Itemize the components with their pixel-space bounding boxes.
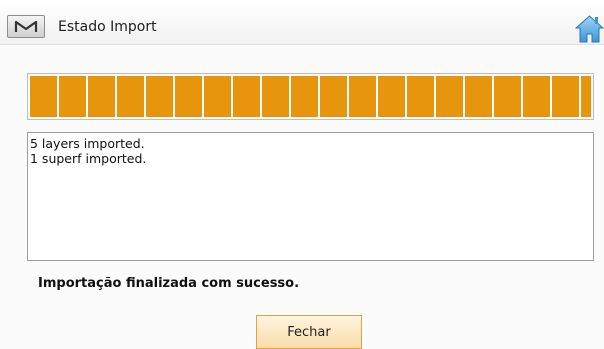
progress-segment: [320, 76, 347, 117]
progress-fill: [30, 76, 591, 117]
progress-segment: [436, 76, 463, 117]
progress-segment: [494, 76, 521, 117]
progress-segment: [30, 76, 57, 117]
progress-segment: [233, 76, 260, 117]
progress-segment: [349, 76, 376, 117]
home-button[interactable]: [574, 13, 604, 43]
window-title: Estado Import: [58, 19, 157, 35]
log-line: 5 layers imported.: [30, 136, 145, 151]
progress-segment: [552, 76, 579, 117]
progress-segment: [117, 76, 144, 117]
m-logo-icon: [14, 20, 38, 32]
status-message: Importação finalizada com sucesso.: [38, 276, 300, 291]
progress-segment: [204, 76, 231, 117]
progress-segment: [523, 76, 550, 117]
progress-segment: [262, 76, 289, 117]
progress-segment: [291, 76, 318, 117]
import-progress-bar: [27, 73, 594, 120]
progress-segment: [59, 76, 86, 117]
progress-segment: [465, 76, 492, 117]
menu-button[interactable]: [7, 15, 45, 38]
progress-segment: [407, 76, 434, 117]
progress-segment: [378, 76, 405, 117]
home-icon: [574, 15, 604, 43]
progress-segment: [88, 76, 115, 117]
log-line: 1 superf imported.: [30, 151, 147, 166]
progress-segment: [146, 76, 173, 117]
progress-segment: [581, 76, 591, 117]
progress-segment: [175, 76, 202, 117]
title-bar: Estado Import: [0, 0, 604, 45]
import-log[interactable]: 5 layers imported. 1 superf imported.: [27, 132, 594, 261]
close-button[interactable]: Fechar: [256, 315, 362, 349]
